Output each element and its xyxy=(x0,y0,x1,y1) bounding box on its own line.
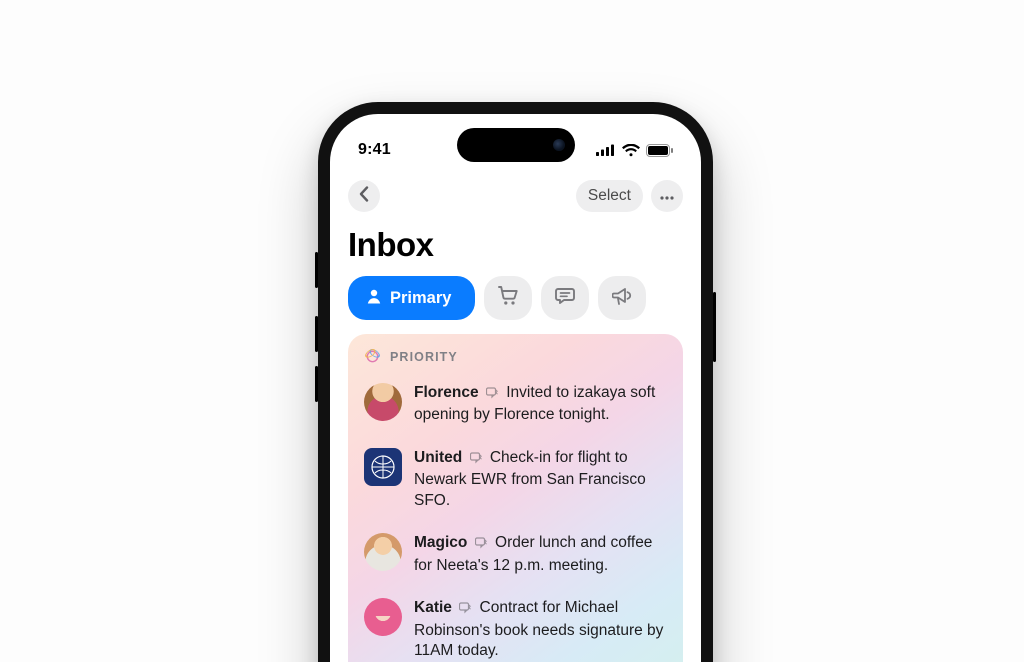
priority-header: PRIORITY xyxy=(364,348,667,375)
more-button[interactable] xyxy=(651,180,683,212)
dynamic-island xyxy=(457,128,575,162)
chat-icon xyxy=(555,286,575,310)
tab-primary-label: Primary xyxy=(390,289,451,308)
select-button[interactable]: Select xyxy=(576,180,643,212)
person-icon xyxy=(366,288,382,309)
message-summary: Contract for Michael Robinson's book nee… xyxy=(414,599,663,659)
avatar xyxy=(364,383,402,421)
cart-icon xyxy=(498,286,518,310)
sender-name: Florence xyxy=(414,384,479,401)
message-body: Katie Contract for Michael Robinson's bo… xyxy=(414,598,667,661)
chevron-left-icon xyxy=(359,186,369,207)
tab-promotions[interactable] xyxy=(598,276,646,320)
tab-primary[interactable]: Primary xyxy=(348,276,475,320)
sender-name: Katie xyxy=(414,599,452,616)
tab-transactions[interactable] xyxy=(484,276,532,320)
phone-frame: 9:41 xyxy=(318,102,713,662)
nav-toolbar: Select xyxy=(330,168,701,218)
avatar xyxy=(364,598,402,636)
message-body: Magico Order lunch and coffee for Neeta'… xyxy=(414,533,667,576)
intelligence-icon xyxy=(364,348,381,365)
wifi-icon xyxy=(622,144,640,157)
priority-section: PRIORITY Florence Invited to izakaya sof… xyxy=(348,334,683,662)
priority-header-label: PRIORITY xyxy=(390,350,458,364)
priority-item-katie[interactable]: Katie Contract for Michael Robinson's bo… xyxy=(364,590,667,662)
cellular-icon xyxy=(596,144,616,156)
phone-screen: 9:41 xyxy=(330,114,701,662)
message-body: Florence Invited to izakaya soft opening… xyxy=(414,383,667,426)
summarize-icon xyxy=(475,535,489,555)
message-body: United Check-in for flight to Newark EWR… xyxy=(414,448,667,511)
category-row: Primary xyxy=(330,276,701,334)
summarize-icon xyxy=(459,600,473,620)
tab-updates[interactable] xyxy=(541,276,589,320)
select-label: Select xyxy=(588,187,631,205)
battery-icon xyxy=(646,144,673,157)
sender-name: Magico xyxy=(414,534,467,551)
priority-item-magico[interactable]: Magico Order lunch and coffee for Neeta'… xyxy=(364,525,667,590)
priority-item-united[interactable]: United Check-in for flight to Newark EWR… xyxy=(364,440,667,525)
ellipsis-icon xyxy=(660,187,674,205)
sender-name: United xyxy=(414,449,462,466)
summarize-icon xyxy=(470,450,484,470)
back-button[interactable] xyxy=(348,180,380,212)
priority-item-florence[interactable]: Florence Invited to izakaya soft opening… xyxy=(364,375,667,440)
avatar xyxy=(364,448,402,486)
avatar xyxy=(364,533,402,571)
page-title: Inbox xyxy=(330,218,701,276)
status-time: 9:41 xyxy=(358,141,391,159)
megaphone-icon xyxy=(612,287,633,310)
summarize-icon xyxy=(486,385,500,405)
